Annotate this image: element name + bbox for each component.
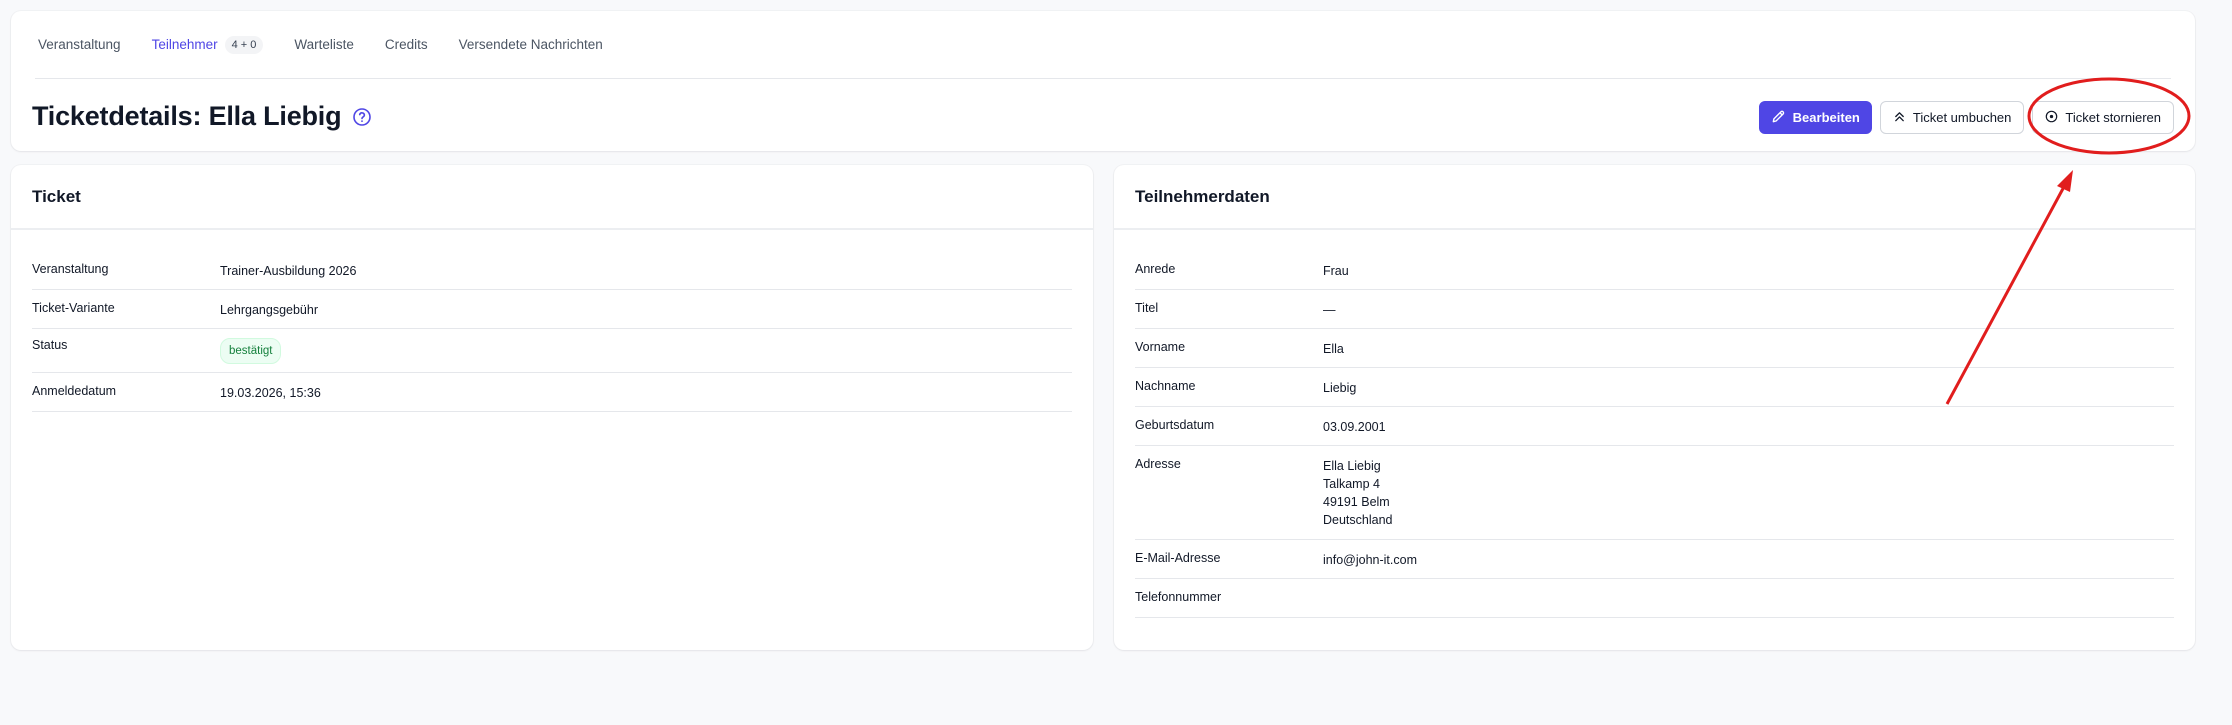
detail-value: Liebig [1323,381,1357,395]
cancel-ticket-label: Ticket stornieren [2065,110,2161,125]
tab-warteliste[interactable]: Warteliste [291,37,354,52]
participant-count-badge: 4 + 0 [224,35,264,54]
address-line: Ella Liebig [1323,459,1381,473]
ticket-details-list: Veranstaltung Trainer-Ausbildung 2026 Ti… [32,251,1072,412]
detail-value: 19.03.2026, 15:36 [220,386,321,400]
action-buttons: Bearbeiten Ticket umbuchen Ticket storni… [1758,101,2174,134]
tab-versendete-nachrichten[interactable]: Versendete Nachrichten [456,37,603,52]
detail-key: Anrede [1135,262,1176,276]
detail-row: Vorname Ella [1135,329,2174,368]
circle-x-icon [2045,110,2058,126]
pencil-icon [1771,109,1786,127]
ticket-card-title: Ticket [11,165,1093,230]
address-line: Talkamp 4 [1323,477,1380,491]
participant-details-list: Anrede Frau Titel — Vorname Ella Nachnam… [1135,251,2174,618]
detail-row: Adresse Ella Liebig Talkamp 4 49191 Belm… [1135,446,2174,540]
detail-row: Geburtsdatum 03.09.2001 [1135,407,2174,446]
status-badge: bestätigt [220,338,282,364]
detail-row: Telefonnummer [1135,579,2174,618]
detail-value: — [1323,303,1336,317]
rebook-ticket-button[interactable]: Ticket umbuchen [1879,101,2025,134]
address-value: Ella Liebig Talkamp 4 49191 Belm Deutsch… [1323,457,1393,539]
detail-row: Nachname Liebig [1135,368,2174,407]
participant-card-title: Teilnehmerdaten [1114,165,2195,230]
rebook-ticket-label: Ticket umbuchen [1912,110,2012,125]
detail-key: Anmeldedatum [32,384,117,398]
participant-card: Teilnehmerdaten Anrede Frau Titel — Vorn… [1114,165,2195,650]
tab-bar: Veranstaltung Teilnehmer 4 + 0 Warteliste… [35,11,2171,79]
detail-row: Titel — [1135,290,2174,329]
tab-veranstaltung[interactable]: Veranstaltung [35,37,121,52]
detail-row: Anrede Frau [1135,251,2174,290]
page-title: Ticketdetails: Ella Liebig [32,101,342,131]
detail-key: Status [32,338,68,352]
chevrons-up-icon [1893,110,1906,126]
detail-row: Status bestätigt [32,329,1072,373]
detail-row: Veranstaltung Trainer-Ausbildung 2026 [32,251,1072,290]
tab-label: Warteliste [294,37,354,52]
detail-key: Titel [1135,301,1159,315]
email-value: info@john-it.com [1323,553,1417,567]
detail-value: 03.09.2001 [1323,420,1386,434]
tab-label: Veranstaltung [38,37,121,52]
detail-key: Geburtsdatum [1135,418,1215,432]
detail-key: Nachname [1135,379,1196,393]
detail-value: Ella [1323,342,1344,356]
detail-key: Ticket-Variante [32,301,115,315]
question-circle-icon[interactable] [352,107,372,127]
detail-row: E-Mail-Adresse info@john-it.com [1135,540,2174,579]
tab-label: Credits [384,37,428,52]
detail-value: Lehrgangsgebühr [220,303,318,317]
detail-row: Anmeldedatum 19.03.2026, 15:36 [32,373,1072,412]
page-header-card: Veranstaltung Teilnehmer 4 + 0 Warteliste… [11,11,2195,151]
tab-teilnehmer[interactable]: Teilnehmer 4 + 0 [149,35,264,54]
detail-value: Trainer-Ausbildung 2026 [220,264,357,278]
tab-label: Teilnehmer [151,37,218,52]
detail-key: E-Mail-Adresse [1135,551,1221,565]
detail-key: Vorname [1135,340,1186,354]
tab-label: Versendete Nachrichten [458,37,603,52]
title-row: Ticketdetails: Ella Liebig [32,101,372,132]
detail-row: Ticket-Variante Lehrgangsgebühr [32,290,1072,329]
detail-key: Telefonnummer [1135,590,1222,604]
edit-button[interactable]: Bearbeiten [1758,101,1872,134]
detail-key: Veranstaltung [32,262,109,276]
tab-credits[interactable]: Credits [382,37,428,52]
ticket-card: Ticket Veranstaltung Trainer-Ausbildung … [11,165,1093,650]
address-line: Deutschland [1323,513,1393,527]
detail-key: Adresse [1135,457,1181,471]
detail-value: Frau [1323,264,1349,278]
cancel-ticket-button[interactable]: Ticket stornieren [2032,101,2174,134]
edit-button-label: Bearbeiten [1792,110,1860,125]
address-line: 49191 Belm [1323,495,1390,509]
